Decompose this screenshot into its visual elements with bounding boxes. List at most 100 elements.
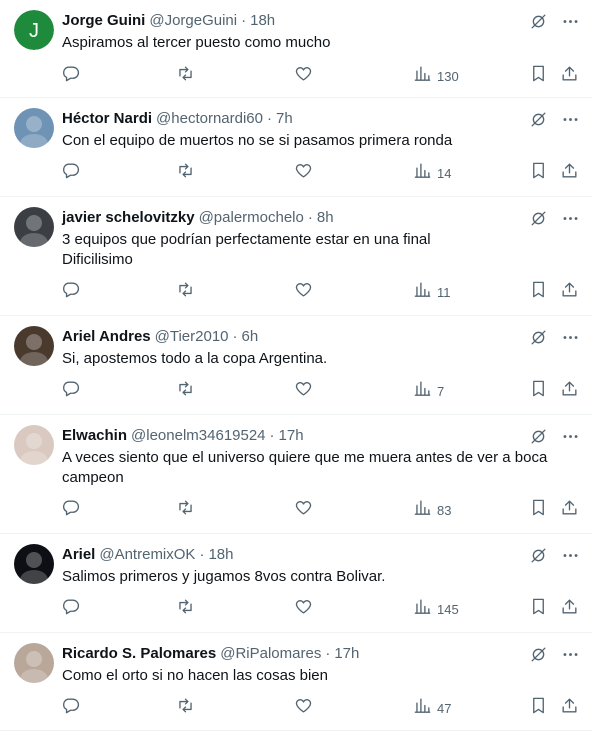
author-name[interactable]: javier schelovitzky [62, 209, 195, 226]
bookmark-button[interactable] [529, 380, 548, 402]
timestamp[interactable]: 17h [279, 427, 304, 444]
retweet-button[interactable] [176, 598, 195, 620]
author-name[interactable]: Ricardo S. Palomares [62, 645, 216, 662]
timestamp[interactable]: 8h [317, 209, 334, 226]
timestamp[interactable]: 18h [250, 12, 275, 29]
bookmark-button[interactable] [529, 65, 548, 87]
retweet-button[interactable] [176, 499, 195, 521]
more-options-icon[interactable] [558, 10, 582, 32]
share-button[interactable] [560, 380, 579, 402]
author-handle[interactable]: @JorgeGuini [149, 12, 237, 29]
grok-icon[interactable] [526, 108, 550, 130]
bookmark-button[interactable] [529, 499, 548, 521]
timestamp[interactable]: 7h [276, 110, 293, 127]
retweet-button[interactable] [176, 65, 195, 87]
more-options-icon[interactable] [558, 544, 582, 566]
avatar[interactable]: J [14, 10, 54, 50]
like-button[interactable] [294, 65, 313, 87]
like-button[interactable] [294, 697, 313, 719]
like-button[interactable] [294, 499, 313, 521]
views-button[interactable]: 14 [413, 162, 451, 184]
reply-tweet[interactable]: Héctor Nardi @hectornardi60 · 7h Con el equi… [0, 98, 592, 197]
views-button[interactable]: 47 [413, 697, 451, 719]
retweet-button[interactable] [176, 697, 195, 719]
more-options-icon[interactable] [558, 207, 582, 229]
reply-icon [61, 597, 80, 621]
bookmark-button[interactable] [529, 162, 548, 184]
grok-icon[interactable] [526, 207, 550, 229]
bookmark-icon [529, 379, 548, 403]
tweet-header: Ricardo S. Palomares @RiPalomares · 17h [62, 643, 359, 663]
views-button[interactable]: 83 [413, 499, 451, 521]
bookmark-button[interactable] [529, 598, 548, 620]
author-handle[interactable]: @hectornardi60 [156, 110, 263, 127]
views-count: 145 [437, 601, 459, 617]
reply-button[interactable] [61, 162, 80, 184]
views-button[interactable]: 130 [413, 65, 459, 87]
like-button[interactable] [294, 380, 313, 402]
reply-button[interactable] [61, 65, 80, 87]
author-handle[interactable]: @palermochelo [199, 209, 304, 226]
avatar[interactable] [14, 108, 54, 148]
reply-tweet[interactable]: Ricardo S. Palomares @RiPalomares · 17h Como… [0, 633, 592, 731]
timestamp[interactable]: 18h [208, 546, 233, 563]
share-button[interactable] [560, 598, 579, 620]
share-button[interactable] [560, 281, 579, 303]
avatar[interactable] [14, 326, 54, 366]
more-options-icon[interactable] [558, 326, 582, 348]
author-handle[interactable]: @Tier2010 [155, 328, 229, 345]
share-button[interactable] [560, 697, 579, 719]
views-count: 83 [437, 502, 452, 518]
author-name[interactable]: Héctor Nardi [62, 110, 152, 127]
like-button[interactable] [294, 281, 313, 303]
retweet-button[interactable] [176, 380, 195, 402]
share-button[interactable] [560, 499, 579, 521]
avatar[interactable] [14, 544, 54, 584]
avatar-letter: J [29, 20, 39, 42]
more-options-icon[interactable] [558, 425, 582, 447]
retweet-button[interactable] [176, 281, 195, 303]
tweet-top-actions [526, 643, 582, 665]
avatar[interactable] [14, 643, 54, 683]
tweet-actions: 130 [0, 65, 592, 87]
grok-icon[interactable] [526, 643, 550, 665]
timestamp[interactable]: 6h [242, 328, 259, 345]
views-button[interactable]: 11 [413, 281, 451, 303]
author-handle[interactable]: @AntremixOK [99, 546, 195, 563]
avatar[interactable] [14, 207, 54, 247]
bookmark-button[interactable] [529, 281, 548, 303]
grok-icon[interactable] [526, 10, 550, 32]
avatar[interactable] [14, 425, 54, 465]
reply-button[interactable] [61, 697, 80, 719]
reply-tweet[interactable]: Ariel @AntremixOK · 18h Salimos primeros y j… [0, 534, 592, 633]
reply-button[interactable] [61, 499, 80, 521]
share-button[interactable] [560, 65, 579, 87]
reply-tweet[interactable]: Elwachin @leonelm34619524 · 17h A veces sien… [0, 415, 592, 534]
share-button[interactable] [560, 162, 579, 184]
bookmark-button[interactable] [529, 697, 548, 719]
grok-icon[interactable] [526, 326, 550, 348]
grok-icon[interactable] [526, 544, 550, 566]
reply-button[interactable] [61, 598, 80, 620]
author-name[interactable]: Elwachin [62, 427, 127, 444]
author-handle[interactable]: @RiPalomares [220, 645, 321, 662]
grok-icon[interactable] [526, 425, 550, 447]
views-button[interactable]: 145 [413, 598, 459, 620]
more-options-icon[interactable] [558, 643, 582, 665]
reply-tweet[interactable]: J Jorge Guini @JorgeGuini · 18h Aspiramos al … [0, 0, 592, 98]
views-button[interactable]: 7 [413, 380, 444, 402]
share-icon [560, 280, 579, 304]
author-name[interactable]: Ariel [62, 546, 95, 563]
like-button[interactable] [294, 162, 313, 184]
like-button[interactable] [294, 598, 313, 620]
reply-tweet[interactable]: javier schelovitzky @palermochelo · 8h 3 equ… [0, 197, 592, 316]
author-name[interactable]: Jorge Guini [62, 12, 145, 29]
more-options-icon[interactable] [558, 108, 582, 130]
timestamp[interactable]: 17h [334, 645, 359, 662]
retweet-button[interactable] [176, 162, 195, 184]
author-name[interactable]: Ariel Andres [62, 328, 151, 345]
reply-button[interactable] [61, 380, 80, 402]
author-handle[interactable]: @leonelm34619524 [131, 427, 266, 444]
reply-tweet[interactable]: Ariel Andres @Tier2010 · 6h Si, apostemos to… [0, 316, 592, 415]
reply-button[interactable] [61, 281, 80, 303]
